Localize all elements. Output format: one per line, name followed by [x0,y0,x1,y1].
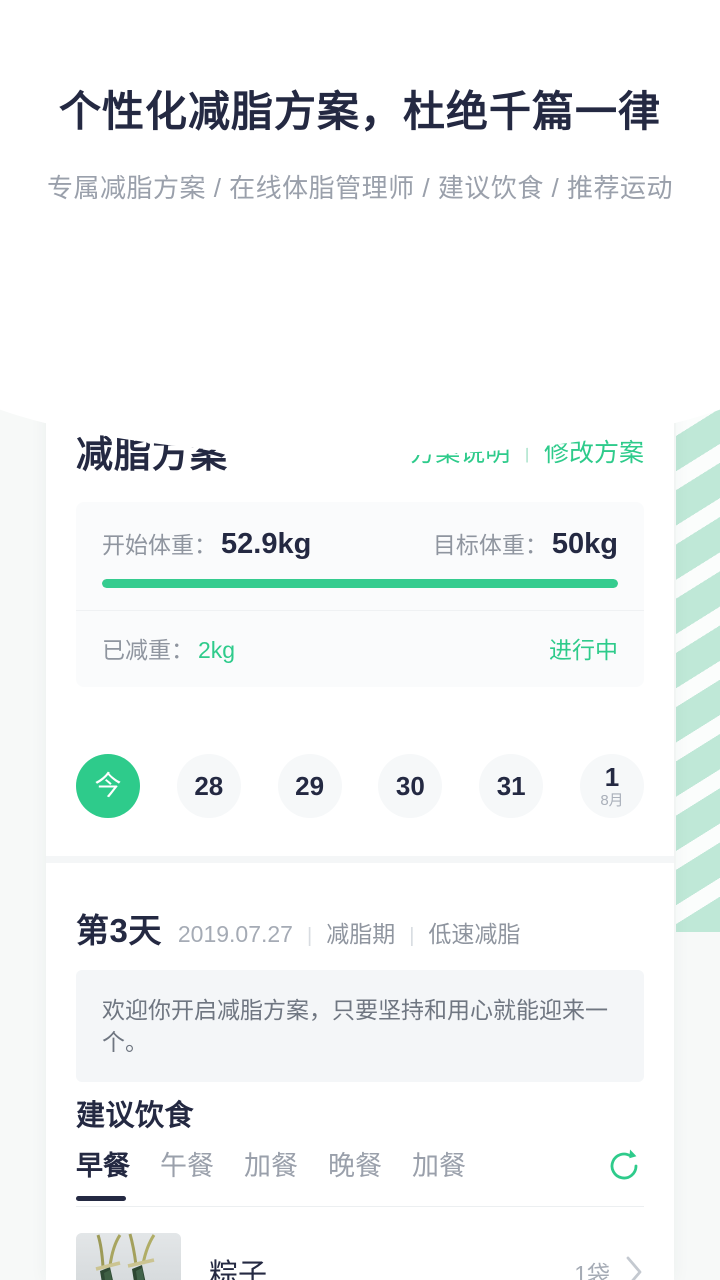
day-date: 2019.07.27 [177,921,293,947]
weight-panel: 开始体重： 52.9kg 目标体重： 50kg 已减重： 2kg 进行中 [76,502,644,687]
start-weight-label: 开始体重： [102,532,217,558]
day-info-row: 第3天 2019.07.27 | 减脂期 | 低速减脂 [76,904,520,952]
app-screen: 个性化减脂方案，杜绝千篇一律 专属减脂方案 / 在线体脂管理师 / 建议饮食 /… [0,0,720,1280]
date-chip-28[interactable]: 28 [176,754,241,818]
lost-weight-value: 2kg [198,637,236,663]
target-weight-group: 目标体重： 50kg [433,526,618,561]
date-chip-month: 8月 [600,792,624,809]
food-name: 粽子 [209,1259,268,1280]
date-selector[interactable]: 今 28 29 30 31 1 8月 [76,754,644,818]
lost-weight-label: 已减重： [102,637,194,663]
meal-tab-0[interactable]: 早餐 [76,1144,130,1201]
date-chip-31[interactable]: 31 [479,754,544,818]
date-chip-label: 1 [604,762,620,792]
day-separator-1: | [306,925,313,947]
meal-tab-label: 晚餐 [328,1151,382,1181]
day-number: 第3天 [76,912,162,949]
start-weight-group: 开始体重： 52.9kg [102,526,311,561]
section-divider [46,856,674,863]
chevron-right-icon [624,1255,644,1280]
weight-values-row: 开始体重： 52.9kg 目标体重： 50kg [102,526,618,561]
weight-panel-top: 开始体重： 52.9kg 目标体重： 50kg [76,502,644,611]
food-thumbnail [76,1233,181,1280]
hero-curve-decoration [0,196,720,456]
hero-title: 个性化减脂方案，杜绝千篇一律 [58,88,661,135]
date-chip-label: 28 [194,771,224,801]
plan-card: 减脂方案 方案说明 | 修改方案 开始体重： 52.9kg 目标体重： 50kg [46,332,674,1280]
date-chip-1[interactable]: 1 8月 [579,754,644,818]
date-chip-today[interactable]: 今 [76,754,140,818]
meal-tab-label: 午餐 [160,1151,214,1181]
meal-tab-3[interactable]: 晚餐 [328,1144,382,1201]
day-separator-2: | [409,925,415,947]
weight-progress-bar [102,579,618,588]
meal-tab-bar: 早餐 午餐 加餐 晚餐 加餐 [76,1144,644,1207]
hero-subtitle: 专属减脂方案 / 在线体脂管理师 / 建议饮食 / 推荐运动 [46,173,673,203]
target-weight-value: 50kg [551,528,618,560]
meal-tab-label: 加餐 [412,1151,466,1181]
lost-weight-group: 已减重： 2kg [102,631,235,665]
refresh-button[interactable] [604,1146,644,1186]
refresh-icon [604,1149,644,1190]
date-chip-29[interactable]: 29 [277,754,342,818]
day-phase: 减脂期 [326,921,396,947]
date-chip-label: 30 [395,771,425,801]
food-list-item[interactable]: 粽子 1袋 [76,1224,644,1280]
meal-tab-2[interactable]: 加餐 [244,1144,298,1201]
start-weight-value: 52.9kg [221,528,312,560]
date-chip-label: 今 [94,770,122,801]
diet-section-title: 建议饮食 [76,1100,195,1132]
food-quantity: 1袋 [574,1261,610,1280]
meal-tab-label: 加餐 [244,1151,298,1181]
meal-tab-label: 早餐 [76,1151,130,1181]
weight-progress-fill [102,579,618,588]
target-weight-label: 目标体重： [432,532,548,558]
date-chip-label: 31 [496,771,526,801]
date-chip-30[interactable]: 30 [378,754,443,818]
meal-tab-4[interactable]: 加餐 [412,1144,466,1201]
diagonal-stripes-decoration [676,360,720,932]
meal-tab-1[interactable]: 午餐 [160,1144,214,1201]
weight-panel-bottom: 已减重： 2kg 进行中 [76,611,644,687]
date-chip-label: 29 [295,771,325,801]
welcome-notice: 欢迎你开启减脂方案，只要坚持和用心就能迎来一个。 [76,970,644,1083]
day-mode: 低速减脂 [428,921,521,947]
status-badge: 进行中 [549,637,618,663]
